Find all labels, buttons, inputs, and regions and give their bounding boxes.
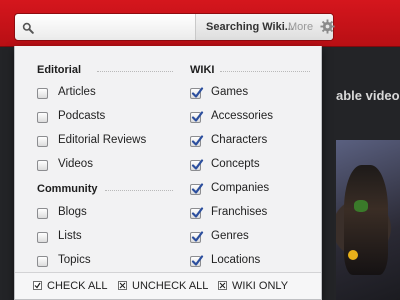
character-spark: [348, 250, 358, 260]
dropdown-footer: CHECK ALL UNCHECK ALL WIKI ONLY: [15, 272, 321, 299]
checkbox-checked[interactable]: [190, 255, 204, 267]
gear-icon[interactable]: [320, 19, 335, 34]
checkbox-checked[interactable]: [190, 87, 204, 99]
checkbox[interactable]: [37, 112, 48, 123]
x-mark-icon: [118, 281, 127, 290]
check-all-button[interactable]: CHECK ALL: [33, 280, 113, 294]
option-label: Characters: [211, 134, 268, 146]
option-label: Podcasts: [58, 110, 106, 122]
option-label: Articles: [58, 86, 96, 98]
checkbox[interactable]: [37, 160, 48, 171]
option-label: Accessories: [211, 110, 273, 122]
uncheck-all-button[interactable]: UNCHECK ALL: [118, 280, 214, 294]
checkbox[interactable]: [37, 208, 48, 219]
option-label: Blogs: [58, 206, 87, 218]
checkbox[interactable]: [37, 256, 48, 267]
search-scope-label: Searching Wiki...: [206, 21, 294, 33]
checkbox-checked[interactable]: [190, 231, 204, 243]
option-label: Videos: [58, 158, 93, 170]
wiki-section-title: WIKI: [190, 64, 215, 76]
checkbox-checked[interactable]: [190, 111, 204, 123]
search-icon[interactable]: [22, 21, 34, 34]
search-scope-selector[interactable]: Searching Wiki... More: [195, 14, 335, 40]
checkbox[interactable]: [37, 136, 48, 147]
wiki-divider: [220, 71, 310, 72]
option-label: Companies: [211, 182, 270, 194]
background-game-image[interactable]: [336, 140, 400, 300]
editorial-divider: [97, 71, 173, 72]
community-section-title: Community: [37, 183, 98, 195]
option-label: Concepts: [211, 158, 260, 170]
checkbox[interactable]: [37, 232, 48, 243]
wiki-only-label: WIKI ONLY: [232, 280, 289, 292]
character-glove: [354, 200, 368, 212]
option-label: Franchises: [211, 206, 268, 218]
search-input[interactable]: [39, 18, 203, 38]
option-label: Topics: [58, 254, 91, 266]
option-label: Locations: [211, 254, 261, 266]
option-label: Games: [211, 86, 249, 98]
x-mark-icon: [218, 281, 227, 290]
background-heading-fragment: able video: [336, 88, 400, 103]
checkbox-checked[interactable]: [190, 135, 204, 147]
option-label: Lists: [58, 230, 82, 242]
community-divider: [105, 190, 173, 191]
more-options-link[interactable]: More: [288, 21, 313, 33]
uncheck-all-label: UNCHECK ALL: [132, 280, 209, 292]
check-all-label: CHECK ALL: [47, 280, 108, 292]
checkbox-checked[interactable]: [190, 159, 204, 171]
wiki-only-button[interactable]: WIKI ONLY: [218, 280, 298, 294]
checkbox-checked[interactable]: [190, 207, 204, 219]
checkbox-checked[interactable]: [190, 183, 204, 195]
editorial-section-title: Editorial: [37, 64, 82, 76]
search-bar: Searching Wiki... More: [14, 13, 335, 41]
checkbox[interactable]: [37, 88, 48, 99]
search-filter-dropdown: Editorial Articles Podcasts Editorial Re…: [14, 46, 322, 300]
check-mark-icon: [33, 281, 42, 290]
option-label: Genres: [211, 230, 249, 242]
option-label: Editorial Reviews: [58, 134, 147, 146]
